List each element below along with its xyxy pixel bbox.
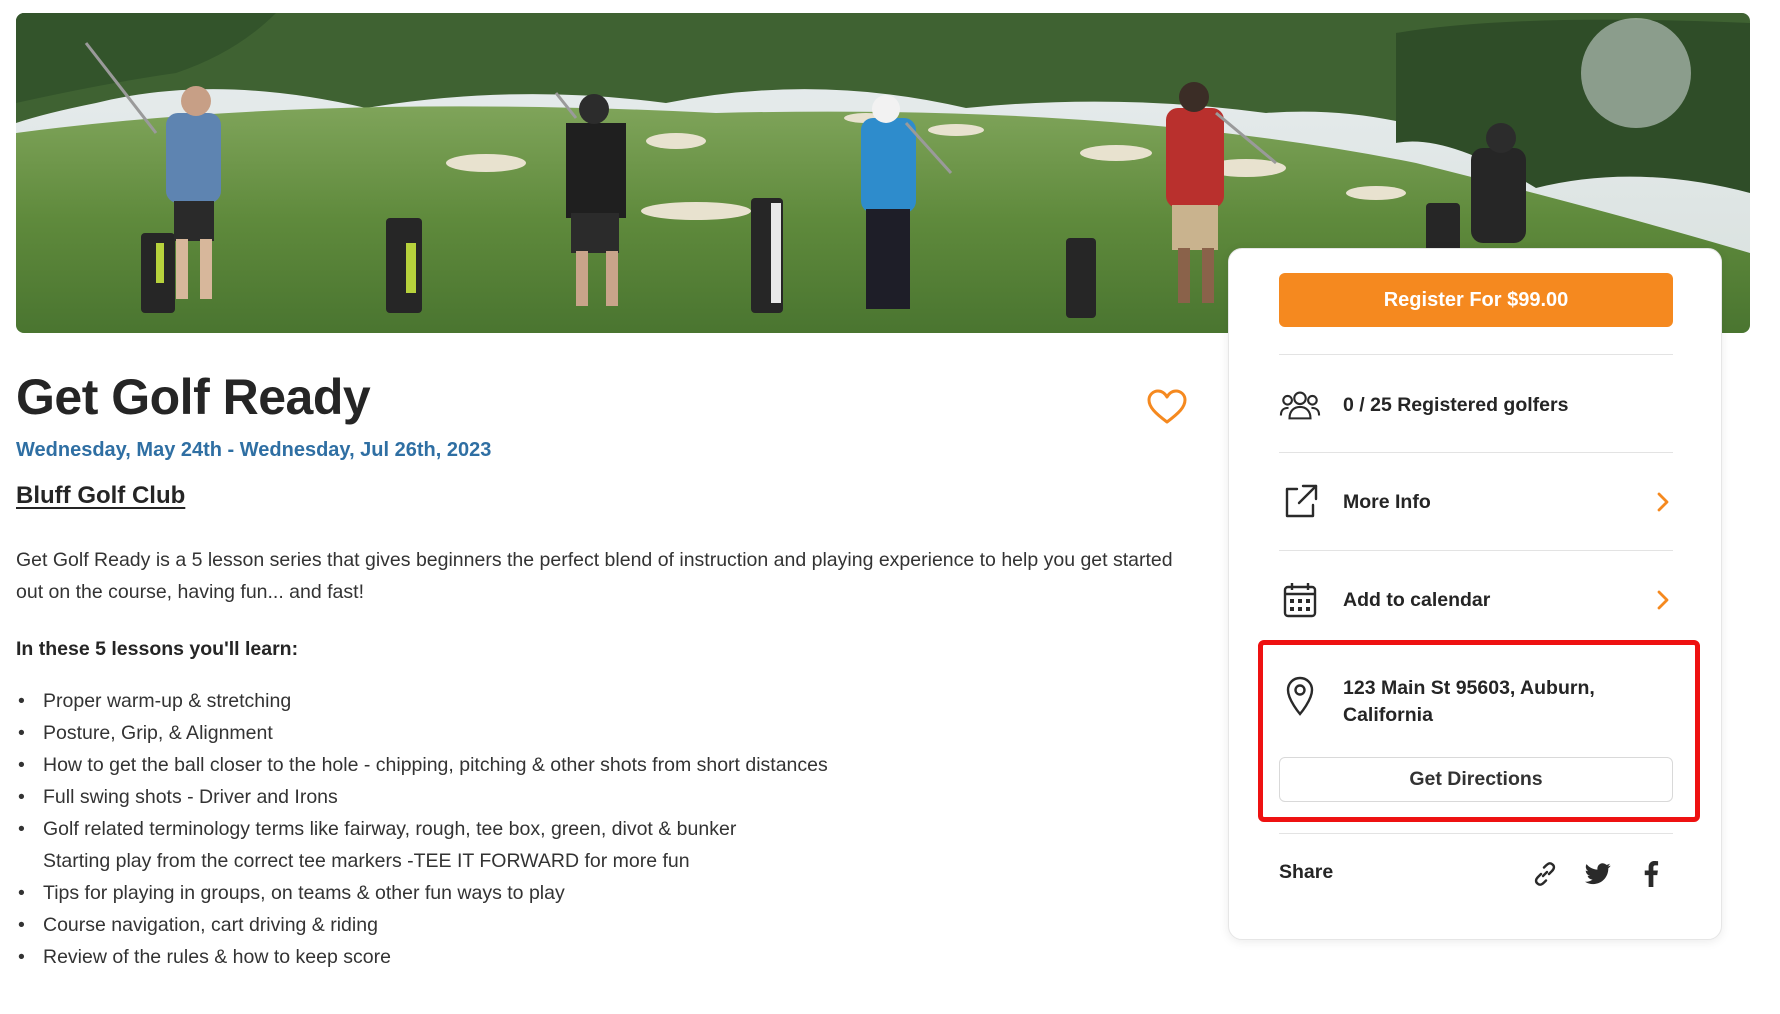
- club-link[interactable]: Bluff Golf Club: [16, 482, 185, 510]
- more-info-label: More Info: [1343, 490, 1431, 513]
- list-item: • How to get the ball closer to the hole …: [18, 754, 828, 776]
- list-item: • Golf related terminology terms like fai…: [16, 813, 1196, 877]
- get-directions-button[interactable]: Get Directions: [1279, 757, 1673, 802]
- divider: [1279, 550, 1673, 551]
- chevron-right-icon: [1651, 589, 1673, 611]
- list-item: • Full swing shots - Driver and Irons: [18, 786, 338, 808]
- external-link-icon: [1279, 481, 1321, 523]
- map-pin-icon: [1279, 675, 1321, 717]
- share-label: Share: [1279, 861, 1334, 883]
- event-title: Get Golf Ready: [16, 369, 371, 425]
- event-dates: Wednesday, May 24th - Wednesday, Jul 26t…: [16, 439, 492, 461]
- list-item: • Proper warm-up & stretching: [18, 690, 292, 712]
- register-button[interactable]: Register For $99.00: [1279, 273, 1673, 327]
- list-item: • Posture, Grip, & Alignment: [18, 722, 273, 744]
- registered-count: 0 / 25 Registered golfers: [1343, 393, 1569, 416]
- list-item: • Review of the rules & how to keep score: [18, 946, 391, 968]
- event-details: Get Golf Ready Wednesday, May 24th - Wed…: [16, 370, 1196, 973]
- heart-icon: [1147, 389, 1187, 424]
- divider: [1279, 833, 1673, 834]
- facebook-icon[interactable]: [1637, 860, 1665, 888]
- registration-card: Register For $99.00 0 / 25 Registered go…: [1228, 248, 1722, 940]
- favorite-button[interactable]: [1147, 389, 1187, 425]
- chevron-right-icon: [1651, 491, 1673, 513]
- list-item: • Course navigation, cart driving & ridin…: [18, 914, 378, 936]
- calendar-icon: [1279, 579, 1321, 621]
- add-to-calendar-label: Add to calendar: [1343, 588, 1491, 611]
- divider: [1279, 452, 1673, 453]
- lessons-heading: In these 5 lessons you'll learn:: [16, 638, 299, 660]
- address-text: 123 Main St 95603, Auburn, California: [1343, 677, 1595, 726]
- lessons-list: • Proper warm-up & stretching • Posture, G…: [16, 685, 1196, 973]
- divider: [1279, 354, 1673, 355]
- event-description: Get Golf Ready is a 5 lesson series that…: [16, 549, 1173, 603]
- more-info-link[interactable]: More Info: [1279, 479, 1673, 525]
- users-icon: [1279, 384, 1321, 426]
- registered-golfers: 0 / 25 Registered golfers: [1279, 383, 1673, 427]
- list-item: • Tips for playing in groups, on teams & …: [18, 882, 565, 904]
- list-item-continuation: Starting play from the correct tee marke…: [43, 850, 690, 872]
- twitter-icon[interactable]: [1584, 860, 1612, 888]
- add-to-calendar-link[interactable]: Add to calendar: [1279, 577, 1673, 623]
- link-icon[interactable]: [1531, 860, 1559, 888]
